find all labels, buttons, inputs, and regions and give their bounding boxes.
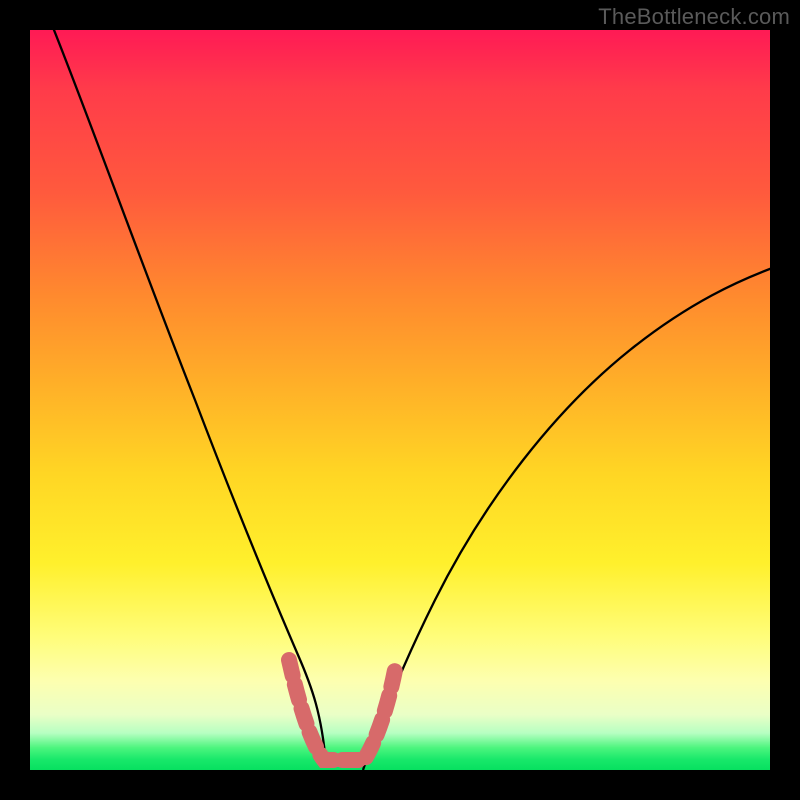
chart-svg — [30, 30, 770, 770]
chart-frame: TheBottleneck.com — [0, 0, 800, 800]
dashed-optimal-zone — [289, 660, 395, 760]
chart-area — [30, 30, 770, 770]
watermark-text: TheBottleneck.com — [598, 4, 790, 30]
curve-right-branch — [363, 267, 770, 770]
